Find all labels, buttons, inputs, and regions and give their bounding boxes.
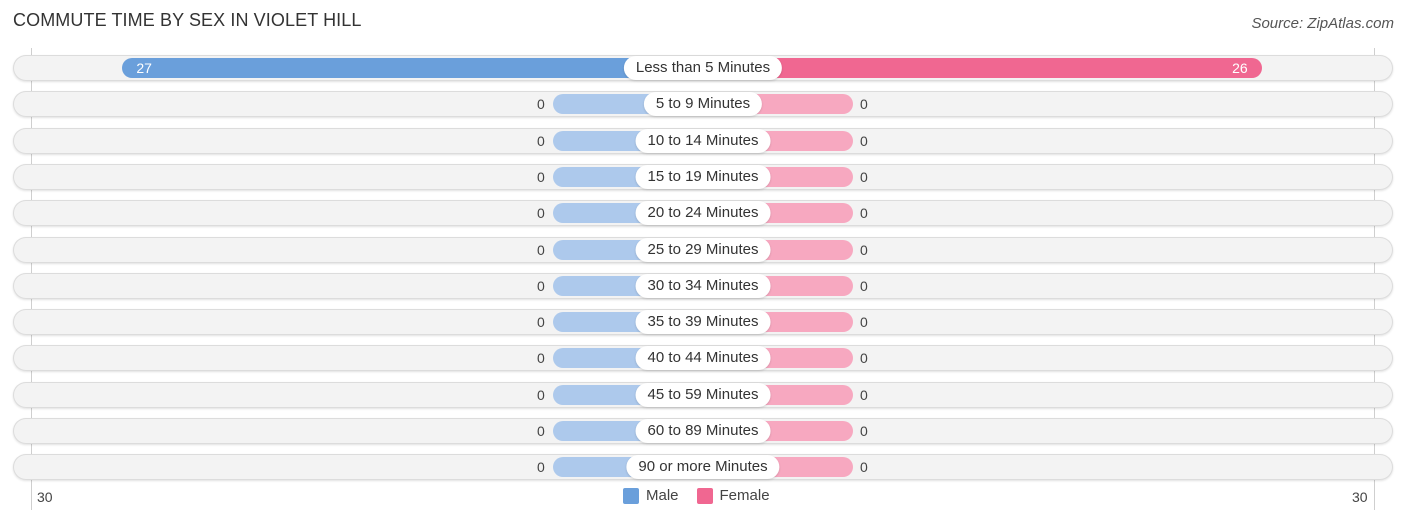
value-label-male: 0 <box>537 386 545 403</box>
category-label: 35 to 39 Minutes <box>635 310 771 335</box>
value-label-male: 0 <box>537 314 545 331</box>
value-label-female: 0 <box>860 350 868 367</box>
category-label: 15 to 19 Minutes <box>635 164 771 189</box>
legend-label-male: Male <box>646 487 679 504</box>
value-label-male: 27 <box>136 60 152 76</box>
legend: Male Female <box>623 487 780 504</box>
chart-title: COMMUTE TIME BY SEX IN VIOLET HILL <box>13 10 362 30</box>
value-label-female: 0 <box>860 459 868 476</box>
category-label: 25 to 29 Minutes <box>635 237 771 262</box>
value-label-female: 0 <box>860 386 868 403</box>
value-label-female: 0 <box>860 423 868 439</box>
value-label-male: 0 <box>537 423 545 439</box>
category-label: 30 to 34 Minutes <box>635 273 771 298</box>
axis-tick-right: 30 <box>1352 489 1368 505</box>
axis-tick-left: 30 <box>37 489 53 505</box>
category-label: 20 to 24 Minutes <box>635 201 771 226</box>
value-label-male: 0 <box>537 241 545 258</box>
value-label-male: 0 <box>537 277 545 294</box>
value-label-female: 26 <box>1232 60 1248 76</box>
category-label: 10 to 14 Minutes <box>635 128 771 153</box>
value-label-female: 0 <box>860 132 868 149</box>
category-label: 5 to 9 Minutes <box>643 92 763 117</box>
value-label-female: 0 <box>860 205 868 222</box>
category-label: 60 to 89 Minutes <box>635 419 771 443</box>
value-label-male: 0 <box>537 132 545 149</box>
category-label: 45 to 59 Minutes <box>635 382 771 407</box>
value-label-male: 0 <box>537 350 545 367</box>
legend-swatch-male <box>623 487 639 504</box>
value-label-female: 0 <box>860 168 868 185</box>
value-label-female: 0 <box>860 277 868 294</box>
bar-male[interactable] <box>122 58 703 78</box>
value-label-male: 0 <box>537 96 545 113</box>
value-label-male: 0 <box>537 205 545 222</box>
bar-female[interactable] <box>703 58 1263 78</box>
value-label-male: 0 <box>537 459 545 476</box>
category-label: 90 or more Minutes <box>626 455 780 480</box>
legend-swatch-female <box>696 487 713 504</box>
category-label: Less than 5 Minutes <box>623 56 783 80</box>
value-label-male: 0 <box>537 168 545 185</box>
value-label-female: 0 <box>860 96 868 113</box>
legend-item-female[interactable]: Female <box>696 487 770 504</box>
value-label-female: 0 <box>860 241 868 258</box>
category-label: 40 to 44 Minutes <box>635 346 771 371</box>
legend-item-male[interactable]: Male <box>623 487 679 504</box>
source-label: Source: ZipAtlas.com <box>1251 15 1394 32</box>
legend-label-female: Female <box>719 487 770 504</box>
value-label-female: 0 <box>860 314 868 331</box>
